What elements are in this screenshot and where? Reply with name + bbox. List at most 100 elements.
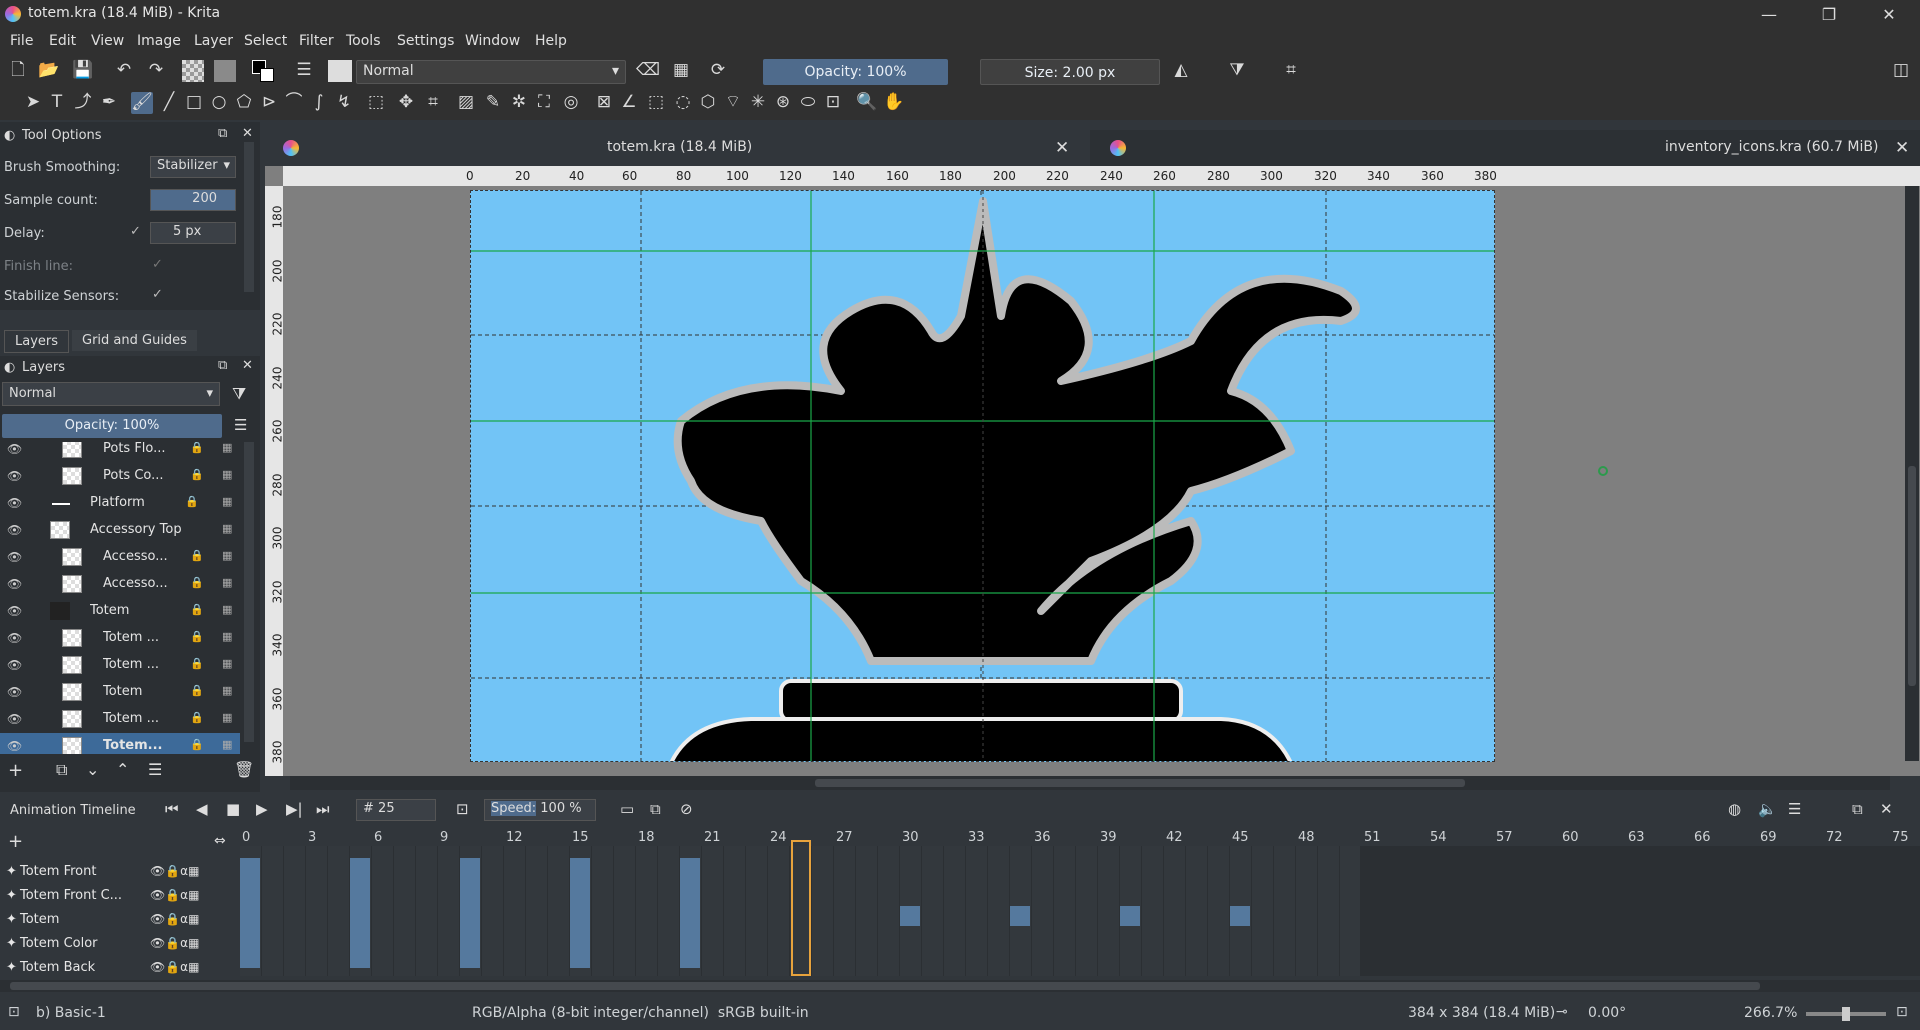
list-item[interactable]: 👁 Pots Flo... 🔒 ▦ bbox=[0, 442, 240, 463]
polyline-tool-icon[interactable]: ⊳ bbox=[258, 92, 280, 114]
rectangle-tool-icon[interactable]: □ bbox=[183, 92, 205, 114]
finish-line-checkbox[interactable]: ✓ bbox=[152, 257, 163, 272]
lock-icon[interactable]: 🔒 bbox=[190, 468, 204, 481]
pin-icon[interactable]: ✦ bbox=[6, 864, 17, 879]
brush-presets-icon[interactable]: ☰ bbox=[293, 60, 315, 82]
first-frame-icon[interactable]: ⏮ bbox=[165, 800, 179, 818]
menu-file[interactable]: File bbox=[10, 33, 33, 49]
edit-shapes-tool-icon[interactable]: ⤴ bbox=[72, 92, 94, 114]
menu-tools[interactable]: Tools bbox=[346, 33, 381, 49]
freehand-brush-tool-icon[interactable]: 🖌 bbox=[131, 92, 153, 114]
track-row[interactable]: ✦ Totem Front 👁🔒α▦ bbox=[0, 860, 255, 884]
speed-input[interactable]: Speed: 100 % bbox=[484, 799, 596, 821]
eye-icon[interactable]: 👁 bbox=[7, 577, 22, 591]
eye-icon[interactable]: 👁 bbox=[7, 523, 22, 537]
float-panel-icon[interactable]: ⧉ bbox=[218, 358, 227, 373]
brush-icon[interactable]: ⊡ bbox=[8, 1004, 20, 1020]
alpha-icon[interactable]: ▦ bbox=[222, 738, 232, 751]
move-layer-up-icon[interactable]: ⌃ bbox=[116, 760, 129, 779]
eye-icon[interactable]: 👁 bbox=[7, 631, 22, 645]
open-document-icon[interactable]: 📂 bbox=[38, 60, 60, 82]
keyframe[interactable] bbox=[1120, 906, 1140, 926]
smart-patch-tool-icon[interactable]: ✲ bbox=[508, 92, 530, 114]
scrollbar-handle[interactable] bbox=[10, 982, 1760, 990]
layer-blend-mode-dropdown[interactable]: Normal ▾ bbox=[2, 382, 220, 406]
track-row[interactable]: ✦ Totem Color 👁🔒α▦ bbox=[0, 932, 255, 956]
float-panel-icon[interactable]: ⧉ bbox=[1852, 800, 1863, 818]
track-row[interactable]: ✦ Totem 👁🔒α▦ bbox=[0, 908, 255, 932]
lock-icon[interactable]: 🔒 bbox=[190, 738, 204, 751]
similar-select-tool-icon[interactable]: ⊛ bbox=[772, 92, 794, 114]
menu-filter[interactable]: Filter bbox=[299, 33, 334, 49]
wrap-around-icon[interactable]: ⌗ bbox=[1280, 60, 1302, 82]
close-panel-icon[interactable]: ✕ bbox=[242, 126, 253, 141]
clear-cache-icon[interactable]: ⊘ bbox=[680, 800, 693, 818]
keyframe-column[interactable] bbox=[460, 858, 480, 968]
timeline-scrollbar[interactable] bbox=[0, 980, 1920, 992]
reload-preset-icon[interactable]: ⟳ bbox=[707, 60, 729, 82]
stabilize-sensors-checkbox[interactable]: ✓ bbox=[152, 287, 163, 302]
ellipse-select-tool-icon[interactable]: ◌ bbox=[672, 92, 694, 114]
text-tool-icon[interactable]: T bbox=[46, 92, 68, 114]
pan-tool-icon[interactable]: ✋ bbox=[883, 92, 905, 114]
eye-icon[interactable]: 👁 bbox=[7, 496, 22, 510]
filter-icon[interactable]: ⧩ bbox=[232, 384, 246, 404]
alpha-icon[interactable]: ▦ bbox=[222, 442, 232, 454]
keyframe[interactable] bbox=[1230, 906, 1250, 926]
polygon-tool-icon[interactable]: ⬠ bbox=[233, 92, 255, 114]
lock-icon[interactable]: 🔒 bbox=[190, 684, 204, 697]
lock-icon[interactable]: 🔒 bbox=[190, 549, 204, 562]
close-tab-icon[interactable]: ✕ bbox=[1895, 138, 1909, 158]
move-layer-down-icon[interactable]: ⌄ bbox=[86, 760, 99, 779]
select-shapes-tool-icon[interactable]: ➤ bbox=[22, 92, 44, 114]
eye-icon[interactable]: 👁 bbox=[7, 550, 22, 564]
pattern-swatch[interactable] bbox=[214, 60, 236, 82]
menu-edit[interactable]: Edit bbox=[49, 33, 76, 49]
tool-options-scrollbar[interactable] bbox=[244, 142, 254, 292]
pin-icon[interactable]: ✦ bbox=[6, 888, 17, 903]
rect-select-tool-icon[interactable]: ⬚ bbox=[645, 92, 667, 114]
tab-layers[interactable]: Layers bbox=[4, 330, 70, 353]
measure-tool-icon[interactable]: ⊠ bbox=[593, 92, 615, 114]
sample-count-input[interactable]: 200 bbox=[150, 189, 236, 211]
track-row[interactable]: ✦ Totem Back 👁🔒α▦ bbox=[0, 956, 255, 980]
previous-frame-icon[interactable]: ◀ bbox=[196, 800, 208, 818]
minimize-button[interactable]: — bbox=[1746, 0, 1792, 29]
audio-icon[interactable]: 🔈 bbox=[1758, 800, 1777, 818]
track-eye-icon[interactable]: 👁🔒α▦ bbox=[150, 936, 199, 950]
brush-preset-thumbnail[interactable] bbox=[328, 60, 352, 82]
menu-view[interactable]: View bbox=[91, 33, 124, 49]
menu-select[interactable]: Select bbox=[244, 33, 287, 49]
bezier-tool-icon[interactable]: ⌒ bbox=[283, 92, 305, 114]
document-image[interactable] bbox=[470, 190, 1495, 762]
track-row[interactable]: ✦ Totem Front C... 👁🔒α▦ bbox=[0, 884, 255, 908]
crop-tool-icon[interactable]: ⌗ bbox=[422, 92, 444, 114]
layers-scrollbar[interactable] bbox=[244, 442, 254, 742]
eye-icon[interactable]: 👁 bbox=[7, 658, 22, 672]
delay-input[interactable]: 5 px bbox=[150, 222, 236, 244]
gradient-tool-icon[interactable]: ▨ bbox=[455, 92, 477, 114]
list-item[interactable]: 👁 Totem ... 🔒 ▦ bbox=[0, 652, 240, 679]
delete-layer-icon[interactable]: 🗑 bbox=[234, 760, 254, 779]
current-frame-indicator[interactable] bbox=[791, 840, 811, 976]
pin-icon[interactable]: ✦ bbox=[6, 912, 17, 927]
zoom-timeline-icon[interactable]: ⇔ bbox=[214, 833, 226, 849]
track-eye-icon[interactable]: 👁🔒α▦ bbox=[150, 864, 199, 878]
keyframe-column[interactable] bbox=[680, 858, 700, 968]
add-track-icon[interactable]: + bbox=[8, 831, 23, 852]
horizontal-scrollbar[interactable] bbox=[290, 776, 1890, 790]
freehand-path-tool-icon[interactable]: ∫ bbox=[308, 92, 330, 114]
drop-frames-icon[interactable]: ⊡ bbox=[456, 800, 469, 818]
eye-icon[interactable]: 👁 bbox=[7, 712, 22, 726]
eye-icon[interactable]: 👁 bbox=[7, 685, 22, 699]
eye-icon[interactable]: 👁 bbox=[7, 442, 22, 456]
onion-skins-icon[interactable]: ◍ bbox=[1728, 800, 1741, 818]
lock-icon[interactable]: 🔒 bbox=[190, 711, 204, 724]
freehand-select-tool-icon[interactable]: ⌔ bbox=[722, 92, 744, 114]
last-frame-icon[interactable]: ⏭ bbox=[316, 800, 330, 818]
pin-icon[interactable]: ✦ bbox=[6, 960, 17, 975]
close-panel-icon[interactable]: ✕ bbox=[1880, 800, 1893, 818]
list-item[interactable]: 👁 Accesso... 🔒 ▦ bbox=[0, 544, 240, 571]
alpha-icon[interactable]: ▦ bbox=[222, 495, 232, 508]
magnetic-select-tool-icon[interactable]: ⊡ bbox=[822, 92, 844, 114]
